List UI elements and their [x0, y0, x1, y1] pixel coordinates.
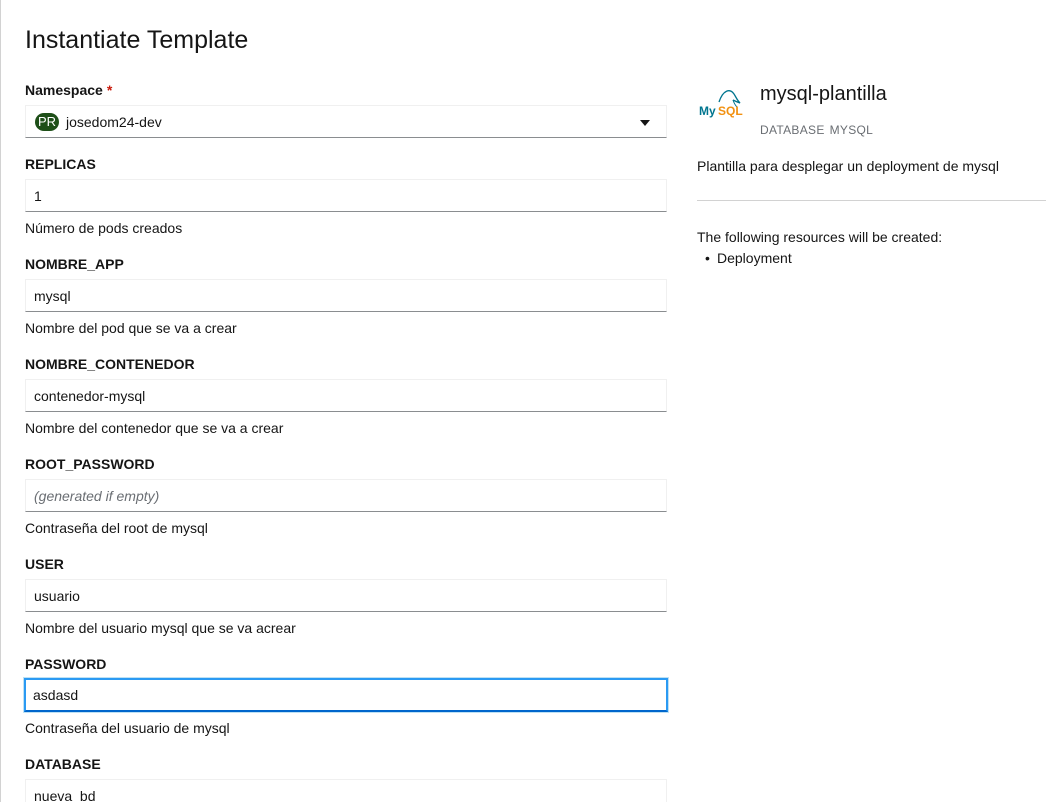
- tag-database: DATABASE: [760, 123, 825, 137]
- divider: [697, 200, 1046, 201]
- root-password-input[interactable]: [25, 479, 667, 512]
- nombre-app-helper: Nombre del pod que se va a crear: [25, 320, 237, 336]
- required-asterisk: *: [106, 82, 113, 98]
- tag-mysql: MYSQL: [829, 123, 874, 137]
- nombre-contenedor-label: NOMBRE_CONTENEDOR: [25, 356, 195, 372]
- nombre-contenedor-input[interactable]: [25, 379, 667, 412]
- caret-down-icon: [640, 120, 650, 126]
- page-title: Instantiate Template: [25, 26, 249, 54]
- resources-title: The following resources will be created:: [697, 229, 943, 245]
- database-label: DATABASE: [25, 756, 101, 772]
- replicas-input[interactable]: [25, 179, 667, 212]
- nombre-contenedor-helper: Nombre del contenedor que se va a crear: [25, 420, 284, 436]
- svg-text:My: My: [699, 104, 716, 118]
- nombre-app-label: NOMBRE_APP: [25, 256, 124, 272]
- root-password-label: ROOT_PASSWORD: [25, 456, 155, 472]
- database-input[interactable]: [25, 779, 667, 802]
- template-name: mysql-plantilla: [760, 83, 887, 105]
- namespace-label: Namespace *: [25, 81, 112, 99]
- template-description: Plantilla para desplegar un deployment d…: [697, 158, 999, 174]
- namespace-label-text: Namespace: [25, 82, 103, 98]
- user-input[interactable]: [25, 579, 667, 612]
- password-input[interactable]: [24, 678, 668, 712]
- nombre-app-input[interactable]: [25, 279, 667, 312]
- password-helper: Contraseña del usuario de mysql: [25, 720, 230, 736]
- user-label: USER: [25, 556, 64, 572]
- replicas-label: REPLICAS: [25, 156, 96, 172]
- namespace-dropdown[interactable]: PR josedom24-dev: [25, 105, 667, 138]
- project-badge: PR: [35, 113, 60, 131]
- template-tags: DATABASE MYSQL: [760, 122, 873, 138]
- resource-item-deployment: Deployment: [705, 249, 792, 267]
- namespace-value: josedom24-dev: [66, 114, 162, 130]
- user-helper: Nombre del usuario mysql que se va acrea…: [25, 620, 296, 636]
- mysql-logo-icon: My SQL: [699, 90, 743, 118]
- page-left-border: [0, 0, 1, 802]
- svg-text:SQL: SQL: [718, 104, 743, 118]
- resources-list: Deployment: [705, 249, 792, 267]
- root-password-helper: Contraseña del root de mysql: [25, 520, 208, 536]
- password-label: PASSWORD: [25, 656, 107, 672]
- replicas-helper: Número de pods creados: [25, 220, 183, 236]
